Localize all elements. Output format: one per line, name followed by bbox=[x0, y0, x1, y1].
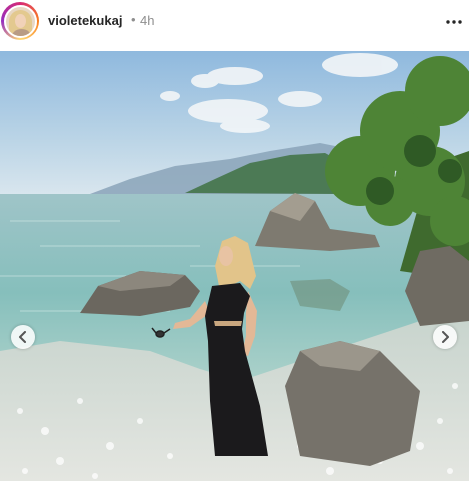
instagram-post: violetekukaj • 4h bbox=[0, 0, 469, 481]
previous-photo-button[interactable] bbox=[11, 325, 35, 349]
more-horizontal-icon bbox=[446, 20, 462, 24]
separator-dot: • bbox=[131, 12, 136, 27]
post-time[interactable]: 4h bbox=[140, 13, 154, 28]
chevron-left-icon bbox=[19, 331, 26, 343]
avatar[interactable] bbox=[3, 4, 37, 38]
username-link[interactable]: violetekukaj bbox=[48, 13, 122, 28]
post-header: violetekukaj • 4h bbox=[0, 0, 469, 44]
next-photo-button[interactable] bbox=[433, 325, 457, 349]
post-photo[interactable] bbox=[0, 51, 469, 481]
chevron-right-icon bbox=[442, 331, 449, 343]
story-ring[interactable] bbox=[1, 2, 39, 40]
more-options-button[interactable] bbox=[441, 12, 467, 32]
